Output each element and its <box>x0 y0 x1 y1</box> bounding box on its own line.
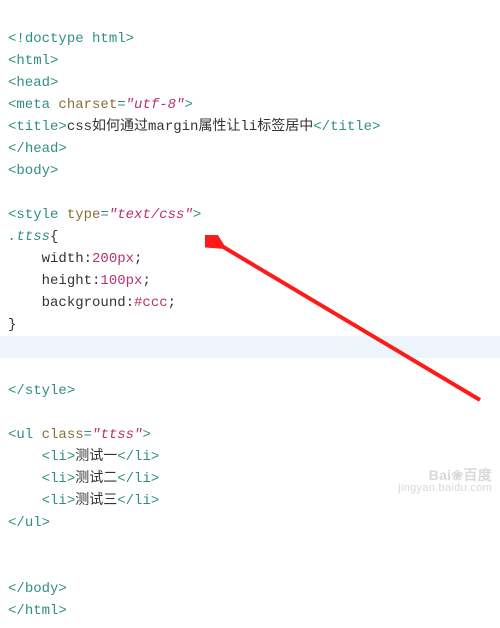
line-li-3: <li>测试三</li> <box>8 493 159 509</box>
line-li-1: <li>测试一</li> <box>8 449 159 465</box>
watermark: Bai❀百度 jingyan.baidu.com <box>398 469 492 495</box>
code-block: <!doctype html> <html> <head> <meta char… <box>0 0 500 628</box>
line-ul-open: <ul class="ttss"> <box>8 427 151 443</box>
line-head-open: <head> <box>8 75 58 91</box>
line-background: background:#ccc; <box>8 295 176 311</box>
line-selector: .ttss{ <box>8 229 58 245</box>
watermark-sub: jingyan.baidu.com <box>398 482 492 495</box>
line-style-open: <style type="text/css"> <box>8 207 201 223</box>
line-width: width:200px; <box>8 251 142 267</box>
line-title: <title>css如何通过margin属性让li标签居中</title> <box>8 119 380 135</box>
line-close-brace: } <box>8 317 16 333</box>
line-height: height:100px; <box>8 273 151 289</box>
line-doctype: <!doctype html> <box>8 31 134 47</box>
line-body-open: <body> <box>8 163 58 179</box>
highlighted-line <box>0 336 500 358</box>
watermark-brand: Bai❀百度 <box>398 469 492 482</box>
line-style-close: </style> <box>8 383 75 399</box>
line-html-open: <html> <box>8 53 58 69</box>
line-li-2: <li>测试二</li> <box>8 471 159 487</box>
line-ul-close: </ul> <box>8 515 50 531</box>
line-head-close: </head> <box>8 141 67 157</box>
line-html-close: </html> <box>8 603 67 619</box>
line-body-close: </body> <box>8 581 67 597</box>
line-meta: <meta charset="utf-8"> <box>8 97 193 113</box>
